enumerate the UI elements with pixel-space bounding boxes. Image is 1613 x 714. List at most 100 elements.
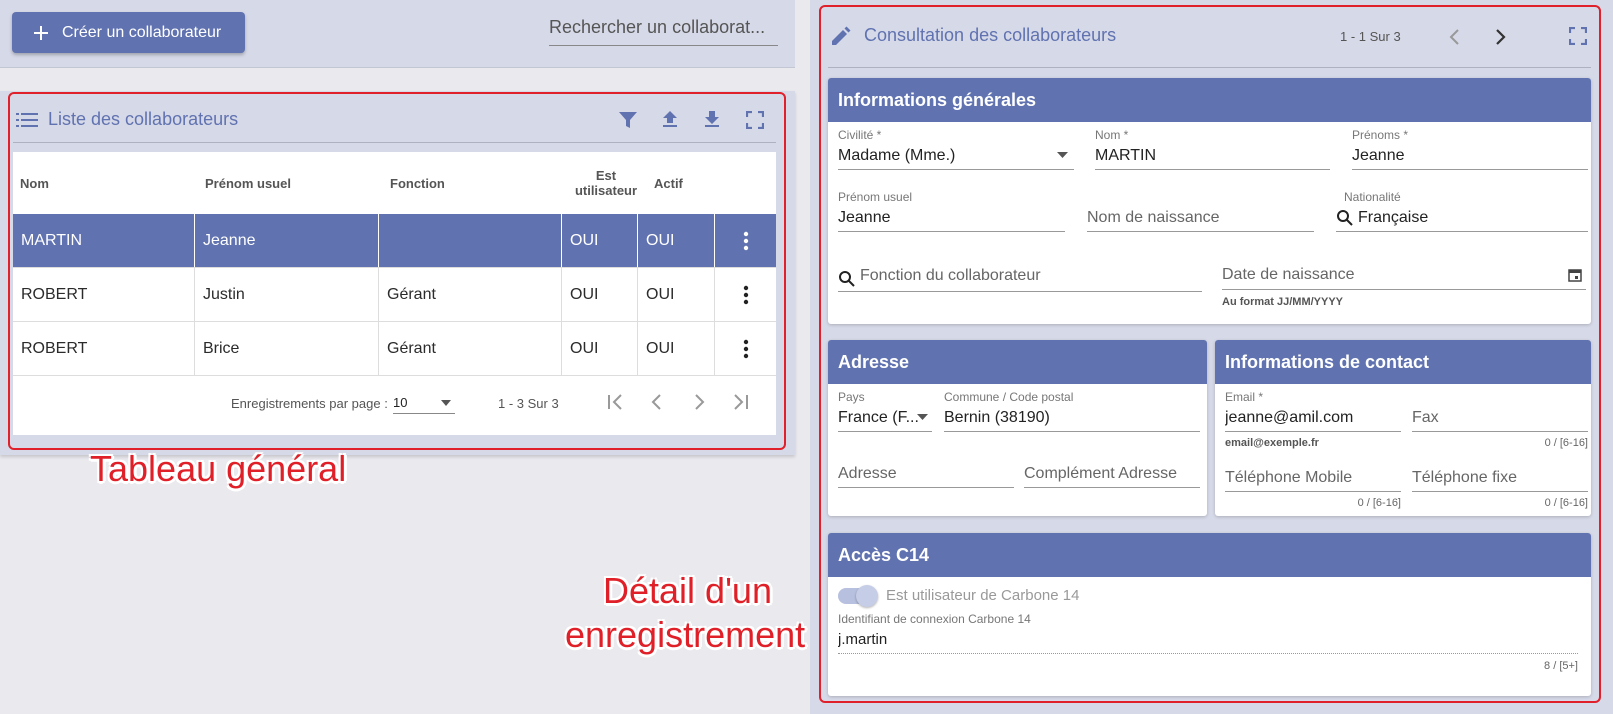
utilisateur-toggle[interactable]: Est utilisateur de Carbone 14 <box>838 584 1238 607</box>
fixe-counter: 0 / [6-16] <box>1544 497 1588 509</box>
pager-range: 1 - 3 Sur 3 <box>498 396 559 411</box>
prenoms-field[interactable]: Prénoms * Jeanne <box>1352 128 1588 170</box>
row-menu-icon[interactable] <box>715 268 776 321</box>
cell-fonction <box>379 214 562 267</box>
nationalite-label: Nationalité <box>1344 190 1401 204</box>
login-field[interactable]: Identifiant de connexion Carbone 14 j.ma… <box>838 612 1578 672</box>
previous-page-icon[interactable] <box>647 392 667 412</box>
per-page-label: Enregistrements par page : <box>231 396 388 411</box>
detail-title: Consultation des collaborateurs <box>864 25 1117 45</box>
complement-adresse-field[interactable]: Complément Adresse <box>1024 460 1200 488</box>
fonction-placeholder: Fonction du collaborateur <box>860 266 1041 284</box>
row-menu-icon[interactable] <box>715 214 776 267</box>
civilite-field[interactable]: Civilité * Madame (Mme.) <box>838 128 1074 170</box>
previous-record-icon[interactable] <box>1445 27 1465 47</box>
acces-header: Accès C14 <box>828 533 1591 577</box>
pays-field[interactable]: Pays France (F... <box>838 390 932 432</box>
prenom-usuel-field[interactable]: Prénom usuel Jeanne <box>838 190 1065 232</box>
toggle-label: Est utilisateur de Carbone 14 <box>886 587 1080 604</box>
commune-label: Commune / Code postal <box>944 390 1074 404</box>
column-header-prenom[interactable]: Prénom usuel <box>205 152 291 214</box>
download-icon[interactable] <box>702 109 722 129</box>
fonction-field[interactable]: Fonction du collaborateur <box>838 260 1202 292</box>
annotation-tableau: Tableau général <box>90 448 347 489</box>
column-header-fonction[interactable]: Fonction <box>390 152 445 214</box>
email-field[interactable]: Email * jeanne@amil.com email@exemple.fr <box>1225 390 1401 449</box>
fullscreen-icon[interactable] <box>1569 27 1587 45</box>
filter-icon[interactable] <box>618 110 638 130</box>
contact-header: Informations de contact <box>1215 340 1591 384</box>
search-input[interactable]: Rechercher un collaborat... <box>549 14 778 46</box>
commune-field[interactable]: Commune / Code postal Bernin (38190) <box>944 390 1200 432</box>
column-header-actif[interactable]: Actif <box>654 152 683 214</box>
cell-prenom: Justin <box>195 268 379 321</box>
civilite-value: Madame (Mme.) <box>838 146 956 164</box>
nom-naissance-field[interactable]: Nom de naissance <box>1087 204 1314 232</box>
cell-fonction: Gérant <box>379 268 562 321</box>
fixe-field[interactable]: Téléphone fixe 0 / [6-16] <box>1412 464 1588 509</box>
date-format-hint: Au format JJ/MM/YYYY <box>1222 296 1344 308</box>
prenoms-label: Prénoms * <box>1352 128 1409 142</box>
cell-utilisateur: OUI <box>562 214 638 267</box>
prenoms-value: Jeanne <box>1352 142 1588 170</box>
table-row[interactable]: MARTIN Jeanne OUI OUI <box>13 214 776 268</box>
cell-actif: OUI <box>638 322 715 375</box>
email-hint: email@exemple.fr <box>1225 437 1319 449</box>
toggle-switch[interactable] <box>838 584 878 607</box>
date-naissance-placeholder: Date de naissance <box>1222 265 1355 283</box>
first-page-icon[interactable] <box>605 392 625 412</box>
nationalite-field[interactable]: Nationalité Française <box>1336 190 1588 232</box>
cell-fonction: Gérant <box>379 322 562 375</box>
table-row[interactable]: ROBERT Justin Gérant OUI OUI <box>13 268 776 322</box>
nom-value: MARTIN <box>1095 142 1330 170</box>
login-counter: 8 / [5+] <box>1544 660 1578 672</box>
search-icon <box>839 270 855 287</box>
last-page-icon[interactable] <box>731 392 751 412</box>
fax-placeholder: Fax <box>1412 404 1588 432</box>
create-collaborator-label: Créer un collaborateur <box>62 23 222 41</box>
toggle-knob <box>856 584 878 607</box>
nom-field[interactable]: Nom * MARTIN <box>1095 128 1330 170</box>
cell-prenom: Brice <box>195 322 379 375</box>
general-info-card: Informations générales Civilité * Madame… <box>828 78 1591 324</box>
prenom-usuel-label: Prénom usuel <box>838 190 913 204</box>
cell-prenom: Jeanne <box>195 214 379 267</box>
dropdown-arrow-icon <box>1057 152 1068 158</box>
upload-icon[interactable] <box>660 109 680 129</box>
cell-actif: OUI <box>638 214 715 267</box>
adresse-placeholder: Adresse <box>838 460 1014 488</box>
prenom-usuel-value: Jeanne <box>838 204 1065 232</box>
contact-card: Informations de contact Email * jeanne@a… <box>1215 340 1591 516</box>
fullscreen-icon[interactable] <box>746 111 764 129</box>
create-collaborator-button[interactable]: Créer un collaborateur <box>12 12 245 53</box>
next-record-icon[interactable] <box>1490 27 1510 47</box>
commune-value: Bernin (38190) <box>944 404 1200 432</box>
calendar-icon[interactable] <box>1568 268 1582 282</box>
annotation-detail-line1: Détail d'un <box>603 570 772 611</box>
plus-icon <box>34 25 48 40</box>
next-page-icon[interactable] <box>689 392 709 412</box>
row-menu-icon[interactable] <box>715 322 776 375</box>
adresse-field[interactable]: Adresse <box>838 460 1014 488</box>
collaborators-table: Nom Prénom usuel Fonction Est utilisateu… <box>13 152 776 435</box>
fixe-placeholder: Téléphone fixe <box>1412 464 1588 492</box>
detail-pager-range: 1 - 1 Sur 3 <box>1340 29 1401 44</box>
column-header-nom[interactable]: Nom <box>20 152 49 214</box>
column-header-utilisateur[interactable]: Est utilisateur <box>573 152 639 214</box>
date-naissance-field[interactable]: Date de naissance Au format JJ/MM/YYYY <box>1222 260 1586 308</box>
list-title: Liste des collaborateurs <box>48 109 239 129</box>
civilite-label: Civilité * <box>838 128 882 142</box>
login-label: Identifiant de connexion Carbone 14 <box>838 612 1031 626</box>
nom-naissance-placeholder: Nom de naissance <box>1087 204 1314 232</box>
complement-placeholder: Complément Adresse <box>1024 460 1200 488</box>
cell-utilisateur: OUI <box>562 322 638 375</box>
fonction-input-row: Fonction du collaborateur <box>838 260 1202 292</box>
fax-field[interactable]: Fax 0 / [6-16] <box>1412 404 1588 449</box>
cell-utilisateur: OUI <box>562 268 638 321</box>
per-page-select[interactable]: 10 <box>393 392 455 414</box>
table-row[interactable]: ROBERT Brice Gérant OUI OUI <box>13 322 776 376</box>
nom-label: Nom * <box>1095 128 1129 142</box>
cell-nom: MARTIN <box>13 214 195 267</box>
adresse-header: Adresse <box>828 340 1207 384</box>
mobile-field[interactable]: Téléphone Mobile 0 / [6-16] <box>1225 464 1401 509</box>
